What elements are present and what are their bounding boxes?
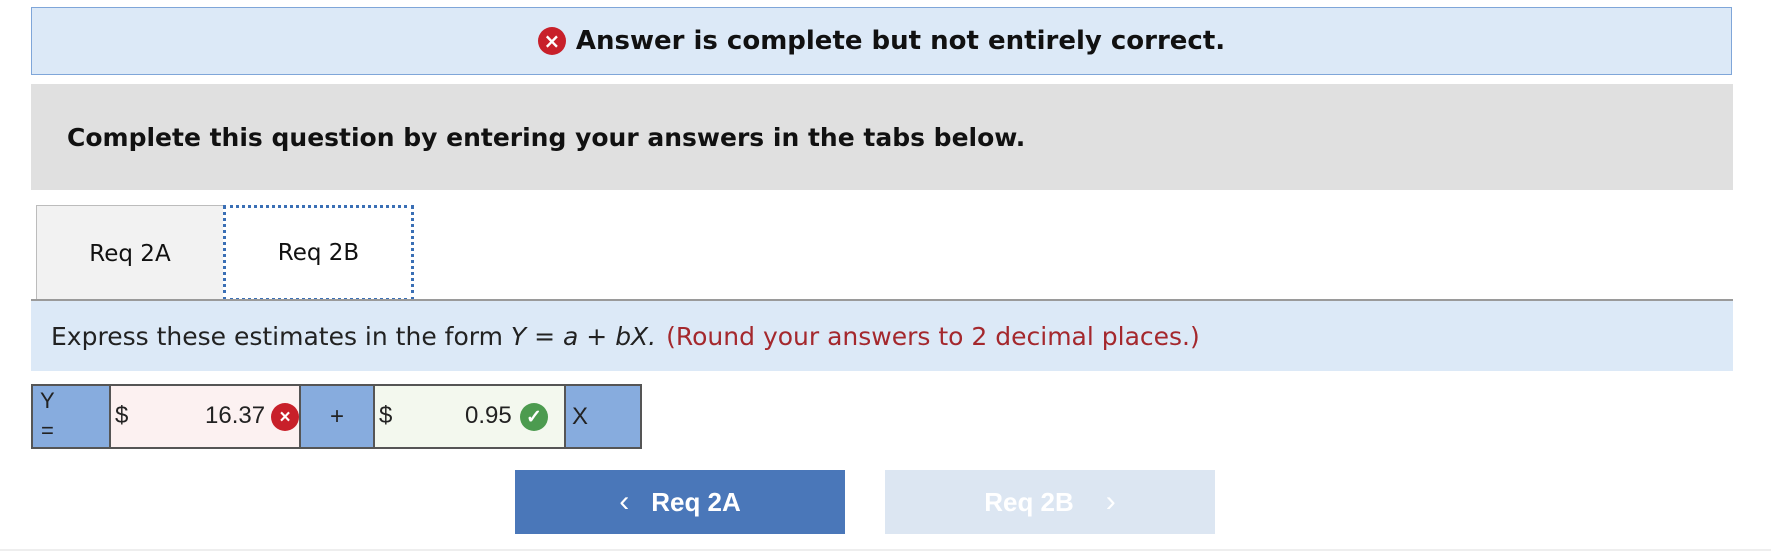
formula-plus: + <box>578 321 616 351</box>
x-label: X <box>572 402 589 430</box>
formula-y: Y <box>510 321 527 351</box>
prev-tab-label: Req 2A <box>651 486 741 517</box>
y-equals-cell: Y = <box>33 386 111 447</box>
intercept-value[interactable]: 16.37 <box>205 402 265 430</box>
question-prompt: Express these estimates in the form Y = … <box>31 301 1733 371</box>
formula-a: a <box>563 321 579 351</box>
equation-row: Y = $ 16.37 × + $ 0.95 ✓ X <box>31 384 642 449</box>
formula-equals: = <box>526 321 564 351</box>
chevron-right-icon: › <box>1105 485 1116 518</box>
incorrect-icon: × <box>537 27 566 55</box>
y-label: Y <box>40 388 55 413</box>
slope-value[interactable]: 0.95 <box>465 402 512 430</box>
formula-bx: bX. <box>615 321 657 351</box>
result-banner: × Answer is complete but not entirely co… <box>31 7 1732 75</box>
currency-symbol: $ <box>379 402 393 429</box>
chevron-left-icon: ‹ <box>619 485 630 518</box>
tab-req-2a[interactable]: Req 2A <box>36 205 224 301</box>
x-cell: X <box>566 386 640 447</box>
intercept-input[interactable]: $ 16.37 × <box>111 386 301 447</box>
correct-icon: ✓ <box>520 403 548 431</box>
prev-tab-button[interactable]: ‹ Req 2A <box>515 470 845 534</box>
incorrect-icon: × <box>271 403 299 431</box>
prompt-prefix: Express these estimates in the form <box>51 321 511 351</box>
instructions-panel: Complete this question by entering your … <box>31 84 1733 190</box>
tab-req-2b[interactable]: Req 2B <box>223 205 414 301</box>
plus-cell: + <box>301 386 375 447</box>
next-tab-button: Req 2B › <box>885 470 1215 534</box>
bottom-divider <box>0 549 1771 551</box>
instructions-text: Complete this question by entering your … <box>67 122 1026 152</box>
next-tab-label: Req 2B <box>984 486 1074 517</box>
equals-label: = <box>41 418 54 443</box>
currency-symbol: $ <box>115 402 129 429</box>
result-message: Answer is complete but not entirely corr… <box>575 26 1226 56</box>
slope-input[interactable]: $ 0.95 ✓ <box>375 386 566 447</box>
plus-label: + <box>329 402 344 430</box>
rounding-instruction: (Round your answers to 2 decimal places.… <box>666 321 1200 351</box>
